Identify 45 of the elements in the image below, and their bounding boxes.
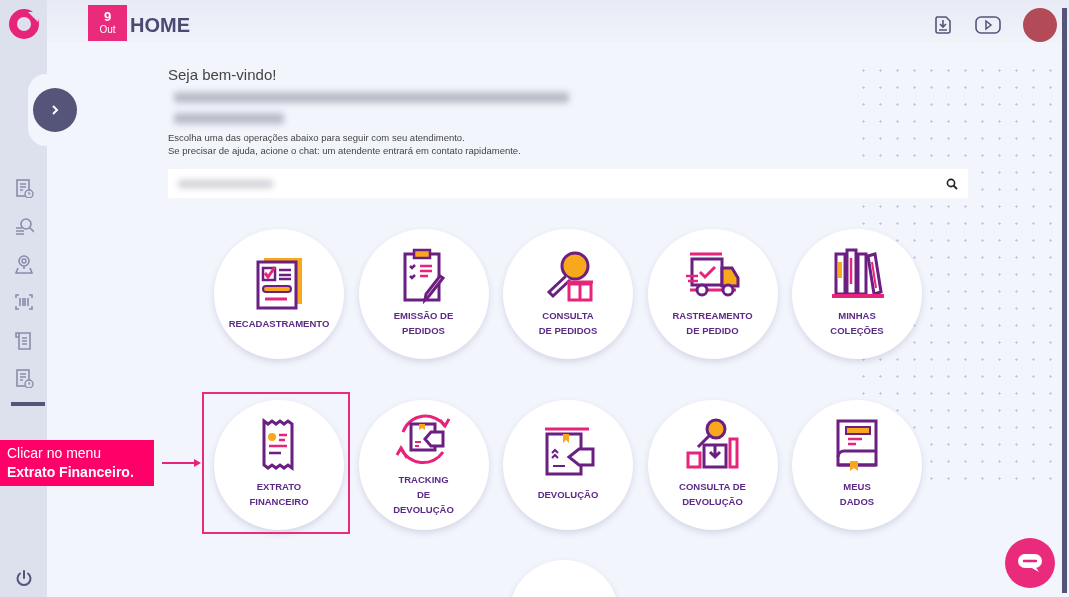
tile-label: TRACKING DE DEVOLUÇÃO (393, 472, 454, 517)
scrollbar[interactable] (1062, 8, 1067, 593)
tile-label: EXTRATO FINANCEIRO (249, 480, 309, 509)
menu-tile[interactable]: MEUS DADOS (792, 400, 922, 530)
tile-label: MEUS DADOS (839, 480, 875, 509)
instruction-text: Se precisar de ajuda, acione o chat: um atendente entrará em contato rapidamente. (168, 144, 522, 157)
menu-tile[interactable]: MINHAS COLEÇÕES (792, 229, 922, 359)
tile-label: RASTREAMENTO DE PEDIDO (672, 309, 753, 338)
menu-tile[interactable]: EXTRATO FINANCEIRO (214, 400, 344, 530)
tile-label: CONSULTA DE PEDIDOS (538, 309, 598, 338)
date-day: 9 (103, 10, 112, 24)
page-title: HOME (130, 14, 190, 37)
barcode-icon[interactable] (13, 292, 34, 312)
tile-label: RECADASTRAMENTO (228, 316, 330, 331)
chat-button[interactable] (1005, 538, 1055, 588)
menu-tile[interactable]: CONSULTA DE DEVOLUÇÃO (647, 400, 778, 530)
search-icon[interactable] (946, 177, 958, 190)
chat-bubble-icon (1017, 552, 1043, 574)
location-pin-icon[interactable] (13, 254, 34, 274)
play-icon[interactable] (975, 16, 1001, 34)
scroll-icon[interactable] (13, 330, 34, 350)
menu-tile[interactable]: RECADASTRAMENTO (214, 229, 344, 359)
pointer-arrow (162, 458, 202, 468)
tile-label: CONSULTA DE DEVOLUÇÃO (679, 480, 746, 509)
date-month: Out (99, 24, 116, 36)
menu-tile[interactable]: CONSULTA DE PEDIDOS (503, 229, 633, 359)
search-field[interactable] (168, 169, 968, 198)
avatar[interactable] (1023, 8, 1057, 42)
chevron-right-icon (49, 104, 61, 116)
sidebar-indicator (10, 402, 45, 406)
report-icon[interactable] (13, 178, 34, 198)
tile-label: DEVOLUÇÃO (537, 487, 599, 502)
menu-tile[interactable]: EMISSÃO DE PEDIDOS (358, 229, 489, 359)
menu-tile[interactable]: DEVOLUÇÃO (503, 400, 633, 530)
download-icon[interactable] (933, 15, 953, 35)
welcome-title: Seja bem-vindo! (168, 66, 278, 84)
logo-icon (7, 8, 40, 40)
tile-label: EMISSÃO DE PEDIDOS (393, 309, 454, 338)
menu-tile[interactable]: TRACKING DE DEVOLUÇÃO (358, 400, 489, 530)
menu-tile[interactable]: RASTREAMENTO DE PEDIDO (647, 229, 778, 359)
callout-note: Clicar no menu Extrato Financeiro. (0, 440, 154, 486)
instruction-text: Escolha uma das operações abaixo para seguir com seu atendimento. (168, 131, 466, 144)
tile-label: MINHAS COLEÇÕES (830, 309, 884, 338)
report-icon[interactable] (13, 368, 34, 388)
power-icon[interactable] (14, 569, 33, 587)
